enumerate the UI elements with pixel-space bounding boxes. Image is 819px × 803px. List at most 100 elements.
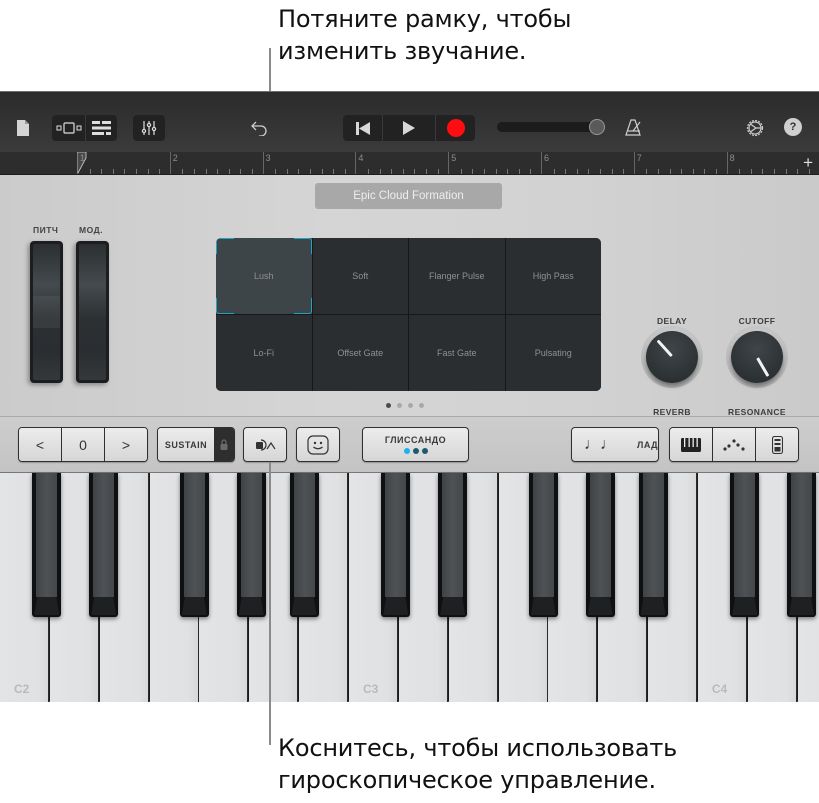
knob-body — [731, 331, 783, 383]
pad-offset-gate[interactable]: Offset Gate — [312, 315, 408, 391]
page-dot[interactable] — [397, 403, 402, 408]
pad-flanger-pulse[interactable]: Flanger Pulse — [409, 238, 505, 314]
settings-icon — [746, 119, 764, 137]
sustain-button[interactable]: SUSTAIN — [158, 428, 214, 461]
knob-cutoff[interactable] — [726, 326, 788, 388]
selection-frame-corner[interactable] — [216, 238, 234, 254]
timeline-ruler[interactable]: + 12345678 — [0, 152, 819, 175]
pad-label: Offset Gate — [337, 348, 384, 358]
knob-label-cutoff: CUTOFF — [738, 316, 776, 326]
black-key-d-sharp2[interactable] — [89, 473, 119, 617]
sustain-lock-button[interactable] — [214, 428, 234, 461]
knob-delay[interactable] — [641, 326, 703, 388]
black-key-face — [642, 473, 664, 597]
note-label: C2 — [14, 682, 30, 696]
record-icon — [446, 119, 465, 137]
black-key-c-sharp3[interactable] — [381, 473, 411, 617]
octave-down-button[interactable]: < — [19, 428, 61, 461]
ruler-tick — [704, 169, 706, 174]
black-key-f-sharp2[interactable] — [179, 473, 209, 617]
black-key-face — [734, 473, 756, 597]
pitch-wheel[interactable] — [30, 241, 63, 383]
ruler-tick — [646, 169, 648, 174]
black-key-tip — [181, 597, 207, 615]
track-controls-icon — [92, 121, 111, 135]
settings-button[interactable] — [744, 117, 766, 139]
callout-line-bottom — [269, 462, 271, 745]
black-key-g-sharp2[interactable] — [236, 473, 266, 617]
scale-button[interactable]: ♩♩ ЛАД — [571, 427, 659, 462]
arpeggiator-button[interactable] — [712, 428, 755, 461]
play-button[interactable] — [382, 115, 435, 141]
chord-strips-button[interactable] — [755, 428, 798, 461]
black-key-d-sharp3[interactable] — [438, 473, 468, 617]
black-key-c-sharp2[interactable] — [32, 473, 62, 617]
ruler-tick — [576, 169, 578, 174]
page-dot[interactable] — [408, 403, 413, 408]
ruler-tick — [681, 169, 683, 174]
black-key-tip — [587, 597, 613, 615]
callout-gyroscope-line1: Коснитесь, чтобы использовать — [278, 734, 678, 762]
go-to-beginning-button[interactable] — [343, 115, 382, 141]
record-button[interactable] — [435, 115, 475, 141]
black-key-tip — [640, 597, 666, 615]
pad-lush[interactable]: Lush — [216, 238, 312, 314]
black-key-f-sharp3[interactable] — [528, 473, 558, 617]
help-button[interactable]: ? — [784, 118, 802, 136]
black-key-c-sharp4[interactable] — [730, 473, 760, 617]
pad-lo-fi[interactable]: Lo-Fi — [216, 315, 312, 391]
pad-page-indicator[interactable] — [386, 403, 424, 408]
keyboard-layout-button[interactable] — [670, 428, 712, 461]
octave-up-button[interactable]: > — [104, 428, 147, 461]
my-songs-icon[interactable] — [14, 117, 32, 139]
pad-high-pass[interactable]: High Pass — [505, 238, 601, 314]
transport-controls — [343, 115, 475, 141]
knob-indicator — [756, 357, 770, 377]
pad-pulsating[interactable]: Pulsating — [505, 315, 601, 391]
page-dot[interactable] — [419, 403, 424, 408]
pad-fast-gate[interactable]: Fast Gate — [409, 315, 505, 391]
modulation-wheel[interactable] — [76, 241, 109, 383]
octave-value-text: 0 — [79, 436, 87, 453]
arpeggiator-face-button[interactable] — [296, 427, 340, 462]
track-controls-button[interactable] — [85, 115, 117, 141]
pad-soft[interactable]: Soft — [312, 238, 408, 314]
page-dot[interactable] — [386, 403, 391, 408]
metronome-button[interactable] — [624, 117, 644, 137]
knob-body — [646, 331, 698, 383]
glissando-button[interactable]: ГЛИССАНДО — [362, 427, 469, 462]
note-label: C4 — [711, 682, 728, 696]
gyroscope-icon — [256, 438, 276, 451]
ruler-tick — [101, 169, 103, 174]
arpeggiator-icon — [723, 438, 745, 451]
preset-name-label[interactable]: Epic Cloud Formation — [315, 183, 502, 209]
gyroscope-button[interactable] — [243, 427, 287, 462]
selection-frame-corner[interactable] — [293, 238, 312, 254]
black-key-face — [589, 473, 611, 597]
ruler-tick — [124, 169, 126, 174]
pitch-wheel-position — [33, 296, 60, 328]
bar-number: 1 — [80, 153, 86, 163]
black-key-face — [183, 473, 205, 597]
bar-line — [448, 152, 450, 174]
master-volume-slider[interactable] — [497, 119, 605, 135]
glissando-mode-dots — [403, 448, 428, 454]
master-volume-thumb[interactable] — [588, 119, 605, 135]
scale-label: ЛАД — [637, 439, 659, 450]
black-key-d-sharp4[interactable] — [787, 473, 817, 617]
selection-frame-corner[interactable] — [293, 298, 312, 314]
black-key-a-sharp3[interactable] — [638, 473, 668, 617]
knob-indicator — [656, 339, 673, 358]
tracks-view-button[interactable] — [52, 115, 85, 141]
mixer-button[interactable] — [133, 115, 165, 141]
bar-number: 4 — [358, 153, 364, 163]
ruler-tick — [484, 169, 485, 174]
selection-frame-corner[interactable] — [216, 298, 234, 314]
black-key-g-sharp3[interactable] — [585, 473, 615, 617]
arpeggiator-face-icon — [307, 434, 329, 455]
keyboard-mode-group — [669, 427, 799, 462]
black-key-a-sharp2[interactable] — [289, 473, 319, 617]
black-key-tip — [291, 597, 317, 615]
bar-line — [355, 152, 357, 174]
undo-button[interactable] — [250, 119, 270, 137]
